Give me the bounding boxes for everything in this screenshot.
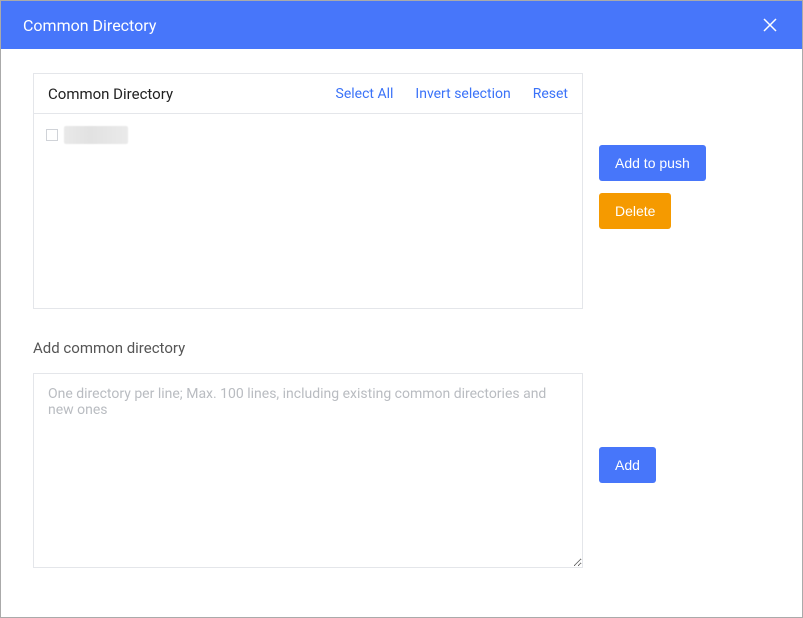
directory-panel: Common Directory Select All Invert selec…	[33, 73, 583, 309]
invert-selection-action[interactable]: Invert selection	[415, 86, 510, 102]
list-item-checkbox[interactable]	[46, 129, 58, 141]
panel-list	[34, 114, 582, 308]
add-directory-textarea[interactable]	[33, 373, 583, 568]
close-icon	[762, 17, 778, 33]
panel-header: Common Directory Select All Invert selec…	[34, 74, 582, 114]
close-button[interactable]	[760, 15, 780, 35]
bottom-right: Add	[599, 339, 656, 483]
panel-title: Common Directory	[48, 85, 336, 103]
select-all-action[interactable]: Select All	[336, 86, 394, 102]
add-directory-section: Add common directory	[33, 339, 583, 572]
panel-actions: Select All Invert selection Reset	[336, 86, 568, 102]
dialog-title: Common Directory	[23, 16, 156, 35]
reset-action[interactable]: Reset	[533, 86, 568, 102]
add-directory-label: Add common directory	[33, 339, 583, 357]
list-item-label	[64, 126, 128, 144]
add-button[interactable]: Add	[599, 447, 656, 483]
delete-button[interactable]: Delete	[599, 193, 671, 229]
dialog-header: Common Directory	[1, 1, 802, 49]
top-section: Common Directory Select All Invert selec…	[33, 73, 770, 309]
dialog-body: Common Directory Select All Invert selec…	[1, 49, 802, 596]
add-to-push-button[interactable]: Add to push	[599, 145, 706, 181]
list-item	[46, 124, 570, 146]
bottom-section: Add common directory Add	[33, 339, 770, 572]
side-buttons: Add to push Delete	[599, 73, 706, 229]
